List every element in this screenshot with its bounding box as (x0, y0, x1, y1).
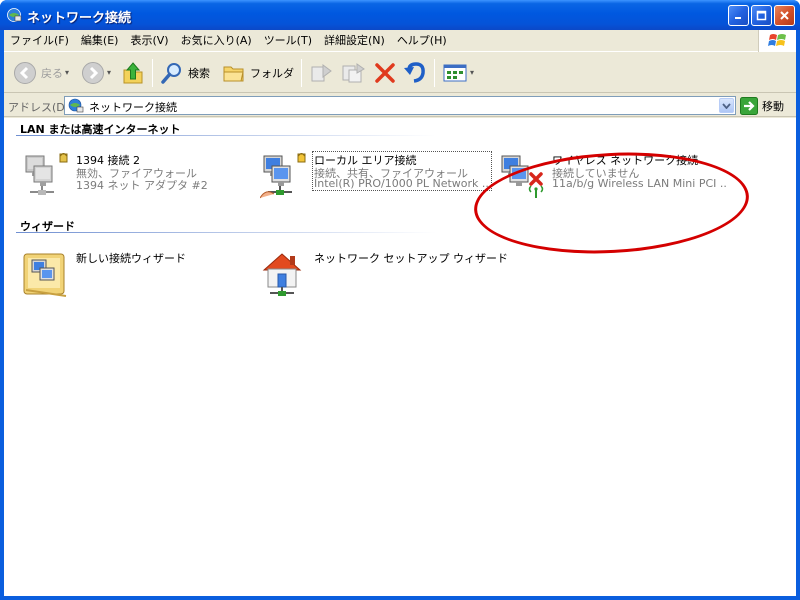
delete-x-icon (375, 62, 395, 83)
close-icon (780, 11, 789, 20)
search-button[interactable]: 検索 (157, 56, 213, 90)
back-button[interactable]: 戻る ▾ (10, 56, 72, 90)
minimize-button[interactable] (728, 5, 749, 26)
new-connection-wizard-icon (23, 253, 67, 297)
go-arrow-icon (740, 96, 758, 115)
wizard-name: 新しい接続ウィザード (76, 252, 186, 265)
menu-help[interactable]: ヘルプ(H) (391, 31, 453, 51)
address-bar: アドレス(D) ネットワーク接続 移動 (4, 94, 796, 117)
undo-button[interactable] (400, 56, 430, 90)
up-folder-icon (123, 61, 143, 83)
forward-dropdown-icon[interactable]: ▾ (107, 68, 111, 77)
toolbar-separator (152, 58, 154, 87)
network-connection-shared-icon (260, 153, 306, 199)
toolbar-separator (434, 58, 436, 87)
undo-arrow-icon (404, 61, 425, 83)
back-dropdown-icon[interactable]: ▾ (65, 68, 69, 77)
connection-1394[interactable]: 1394 接続 2 無効、ファイアウォール 1394 ネット アダプタ #2 (22, 152, 252, 196)
folder-icon (223, 66, 244, 81)
up-folder-button[interactable] (118, 56, 148, 90)
wizard-name: ネットワーク セットアップ ウィザード (314, 252, 508, 265)
menu-bar: ファイル(F) 編集(E) 表示(V) お気に入り(A) ツール(T) 詳細設定… (4, 30, 796, 52)
title-bar[interactable]: ネットワーク接続 (0, 0, 800, 30)
menu-file[interactable]: ファイル(F) (4, 31, 75, 51)
folders-button[interactable]: フォルダ (219, 56, 297, 90)
move-to-button[interactable] (306, 56, 338, 90)
minimize-icon (735, 17, 741, 19)
file-list-pane[interactable]: LAN または高速インターネット 1394 接続 2 無効、ファイアウォール 1… (4, 118, 796, 596)
views-button[interactable]: ▾ (439, 56, 477, 90)
address-value: ネットワーク接続 (89, 101, 177, 114)
copy-to-button[interactable] (338, 56, 370, 90)
address-dropdown-button[interactable] (719, 98, 734, 113)
wizard-new-connection[interactable]: 新しい接続ウィザード (22, 250, 252, 297)
address-input[interactable]: ネットワーク接続 (64, 96, 736, 115)
group-divider (16, 135, 436, 136)
wizard-network-setup[interactable]: ネットワーク セットアップ ウィザード (260, 250, 508, 296)
maximize-icon (756, 10, 767, 21)
connection-device: 11a/b/g Wireless LAN Mini PCI ... (552, 177, 727, 190)
menu-tools[interactable]: ツール(T) (258, 31, 318, 51)
menu-view[interactable]: 表示(V) (124, 31, 174, 51)
search-icon (161, 62, 182, 84)
network-connections-icon (7, 8, 22, 22)
wireless-connection-disconnected-icon (501, 155, 544, 198)
connection-device: 1394 ネット アダプタ #2 (76, 179, 208, 192)
window-client: ファイル(F) 編集(E) 表示(V) お気に入り(A) ツール(T) 詳細設定… (4, 30, 796, 596)
standard-toolbar: 戻る ▾ ▾ 検索 フォルダ ▾ (4, 53, 796, 93)
menu-edit[interactable]: 編集(E) (75, 31, 125, 51)
network-globe-icon (68, 98, 84, 113)
delete-button[interactable] (370, 56, 400, 90)
close-button[interactable] (774, 5, 795, 26)
window-title: ネットワーク接続 (27, 11, 132, 26)
chevron-down-icon (722, 102, 731, 109)
connection-wireless[interactable]: ワイヤレス ネットワーク接続 接続していません 11a/b/g Wireless… (498, 152, 728, 198)
network-setup-wizard-house-icon (262, 253, 302, 296)
forward-button[interactable]: ▾ (78, 56, 114, 90)
views-dropdown-icon[interactable]: ▾ (470, 68, 474, 77)
group-divider (16, 232, 436, 233)
explorer-window: ネットワーク接続 ファイル(F) 編集(E) 表示(V) お気に入り(A) ツー… (0, 0, 800, 600)
views-icon (443, 64, 467, 81)
toolbar-separator (301, 58, 303, 87)
menu-favorites[interactable]: お気に入り(A) (175, 31, 258, 51)
copy-to-icon (342, 62, 365, 82)
go-button[interactable]: 移動 (740, 96, 784, 115)
network-connection-disabled-icon (25, 153, 68, 195)
maximize-button[interactable] (751, 5, 772, 26)
forward-arrow-icon (82, 61, 105, 84)
back-arrow-icon (14, 61, 36, 84)
windows-logo-icon (758, 30, 796, 52)
address-label: アドレス(D) (8, 101, 70, 114)
move-to-icon (311, 63, 332, 81)
selection-focus-rect (312, 151, 492, 191)
menu-advanced[interactable]: 詳細設定(N) (318, 31, 391, 51)
